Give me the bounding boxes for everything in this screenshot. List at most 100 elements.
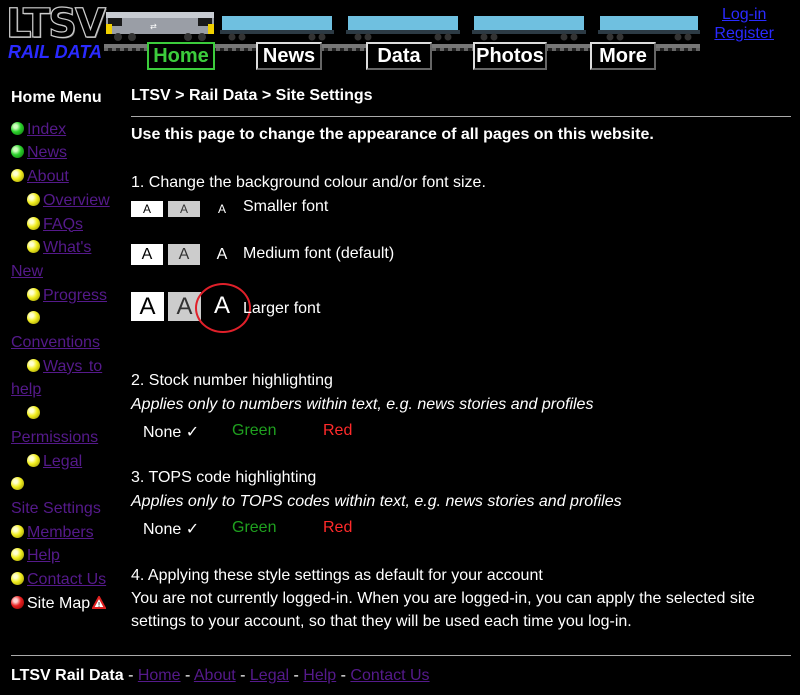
sidebar-item-legal[interactable]: Legal <box>11 450 119 474</box>
svg-text:⇄: ⇄ <box>150 22 157 31</box>
footer-legal-link[interactable]: Legal <box>250 667 289 684</box>
sidebar-item-contact-us[interactable]: Contact Us <box>11 568 119 592</box>
login-link[interactable]: Log-in <box>722 6 766 23</box>
section4-line1: You are not currently logged-in. When yo… <box>131 590 755 607</box>
footer-help-link[interactable]: Help <box>303 667 336 684</box>
home-menu-sidebar: Home Menu Index News About Overview FAQs… <box>11 86 119 615</box>
sidebar-item-site-map[interactable]: Site Map! <box>11 592 119 616</box>
small-grey-option[interactable]: A <box>168 201 200 217</box>
sidebar-item-progress[interactable]: Progress <box>11 284 119 308</box>
sidebar-link[interactable]: Site Settings <box>11 500 101 517</box>
intro-text: Use this page to change the appearance o… <box>131 126 654 143</box>
sidebar-title: Home Menu <box>11 89 102 106</box>
warning-triangle-icon: ! <box>92 595 107 609</box>
sidebar-item-news[interactable]: News <box>11 141 119 165</box>
sidebar-link[interactable]: About <box>27 168 69 185</box>
stock-green-option[interactable]: Green <box>232 422 276 440</box>
footer-about-link[interactable]: About <box>194 667 236 684</box>
divider <box>131 116 791 117</box>
small-font-label: Smaller font <box>243 198 329 215</box>
register-link[interactable]: Register <box>714 25 774 42</box>
yellow-bullet-icon <box>27 192 40 206</box>
sidebar-link[interactable]: Permissions <box>11 429 98 446</box>
section3-heading: 3. TOPS code highlighting <box>131 469 317 486</box>
sidebar-link[interactable]: News <box>27 144 67 161</box>
section4-line2: settings to your account, so that they w… <box>131 613 632 630</box>
nav-data-button[interactable]: Data <box>366 42 432 70</box>
breadcrumb: LTSV > Rail Data > Site Settings <box>131 87 373 104</box>
tops-red-option[interactable]: Red <box>323 519 352 537</box>
account-links: Log-in Register <box>714 5 774 43</box>
small-black-option[interactable]: A <box>206 201 238 217</box>
footer-separator: - <box>235 667 250 684</box>
large-white-option[interactable]: A <box>131 292 164 321</box>
yellow-bullet-icon <box>11 524 24 538</box>
sidebar-item-index[interactable]: Index <box>11 118 119 142</box>
svg-text:!: ! <box>98 601 101 609</box>
sidebar-link[interactable]: Ways to help <box>11 358 102 399</box>
footer-separator: - <box>180 667 194 684</box>
train-banner-image: ⇄ <box>106 12 700 41</box>
sidebar-item-help[interactable]: Help <box>11 544 119 568</box>
sidebar-item-about[interactable]: About <box>11 165 119 189</box>
section1-heading: 1. Change the background colour and/or f… <box>131 174 486 191</box>
section2-note: Applies only to numbers within text, e.g… <box>131 396 594 413</box>
green-bullet-icon <box>11 145 24 159</box>
nav-more-button[interactable]: More <box>590 42 656 70</box>
sidebar-item-conventions[interactable]: Conventions <box>11 307 119 354</box>
tops-none-option[interactable]: None ✓ <box>143 519 199 539</box>
footer-contact-link[interactable]: Contact Us <box>350 667 429 684</box>
footer-divider <box>11 655 791 656</box>
footer-home-link[interactable]: Home <box>138 667 181 684</box>
sidebar-item-overview[interactable]: Overview <box>11 189 119 213</box>
sidebar-link[interactable]: Legal <box>43 453 82 470</box>
section3-note: Applies only to TOPS codes within text, … <box>131 493 622 510</box>
yellow-bullet-icon <box>27 406 40 420</box>
sidebar-link[interactable]: Progress <box>43 287 107 304</box>
yellow-bullet-icon <box>11 477 24 491</box>
sidebar-link[interactable]: What's New <box>11 239 91 280</box>
medium-white-option[interactable]: A <box>131 244 163 265</box>
tops-green-option[interactable]: Green <box>232 519 276 537</box>
section4-heading: 4. Applying these style settings as defa… <box>131 567 543 584</box>
medium-font-label: Medium font (default) <box>243 245 395 262</box>
footer-brand: LTSV Rail Data <box>11 667 124 684</box>
site-logo[interactable]: LTSV RAIL DATA <box>5 1 106 62</box>
nav-news-button[interactable]: News <box>256 42 322 70</box>
sidebar-current-label: Site Map <box>27 594 91 612</box>
sidebar-link[interactable]: Contact Us <box>27 571 106 588</box>
sidebar-link[interactable]: Conventions <box>11 334 100 351</box>
medium-black-option[interactable]: A <box>206 244 238 265</box>
sidebar-link[interactable]: Members <box>27 524 94 541</box>
nav-photos-button[interactable]: Photos <box>473 42 547 70</box>
sidebar-item-permissions[interactable]: Permissions <box>11 402 119 449</box>
sidebar-item-whats-new[interactable]: What's New <box>11 236 119 283</box>
sidebar-link[interactable]: Help <box>27 547 60 564</box>
yellow-bullet-icon <box>27 287 40 301</box>
sidebar-link[interactable]: Index <box>27 121 66 138</box>
section2-heading: 2. Stock number highlighting <box>131 372 333 389</box>
logo-subtitle: RAIL DATA <box>8 42 102 62</box>
yellow-bullet-icon <box>27 453 40 467</box>
sidebar-item-ways-to-help[interactable]: Ways to help <box>11 355 119 402</box>
green-bullet-icon <box>11 121 24 135</box>
logo-text: LTSV <box>5 1 106 47</box>
footer-separator: - <box>336 667 351 684</box>
sidebar-link[interactable]: Overview <box>43 192 110 209</box>
sidebar-item-site-settings[interactable]: Site Settings <box>11 473 119 520</box>
sidebar-link[interactable]: FAQs <box>43 216 83 233</box>
nav-home-button[interactable]: Home <box>147 42 215 70</box>
medium-grey-option[interactable]: A <box>168 244 200 265</box>
footer-separator: - <box>123 667 138 684</box>
stock-red-option[interactable]: Red <box>323 422 352 440</box>
footer: LTSV Rail Data - Home - About - Legal - … <box>11 666 430 686</box>
sidebar-item-faqs[interactable]: FAQs <box>11 213 119 237</box>
yellow-bullet-icon <box>27 358 40 372</box>
large-font-label: Larger font <box>243 300 321 317</box>
small-white-option[interactable]: A <box>131 201 163 217</box>
yellow-bullet-icon <box>11 169 24 183</box>
main-content: LTSV > Rail Data > Site Settings <box>131 86 791 106</box>
sidebar-item-members[interactable]: Members <box>11 521 119 545</box>
stock-none-option[interactable]: None ✓ <box>143 422 199 442</box>
yellow-bullet-icon <box>27 240 40 254</box>
